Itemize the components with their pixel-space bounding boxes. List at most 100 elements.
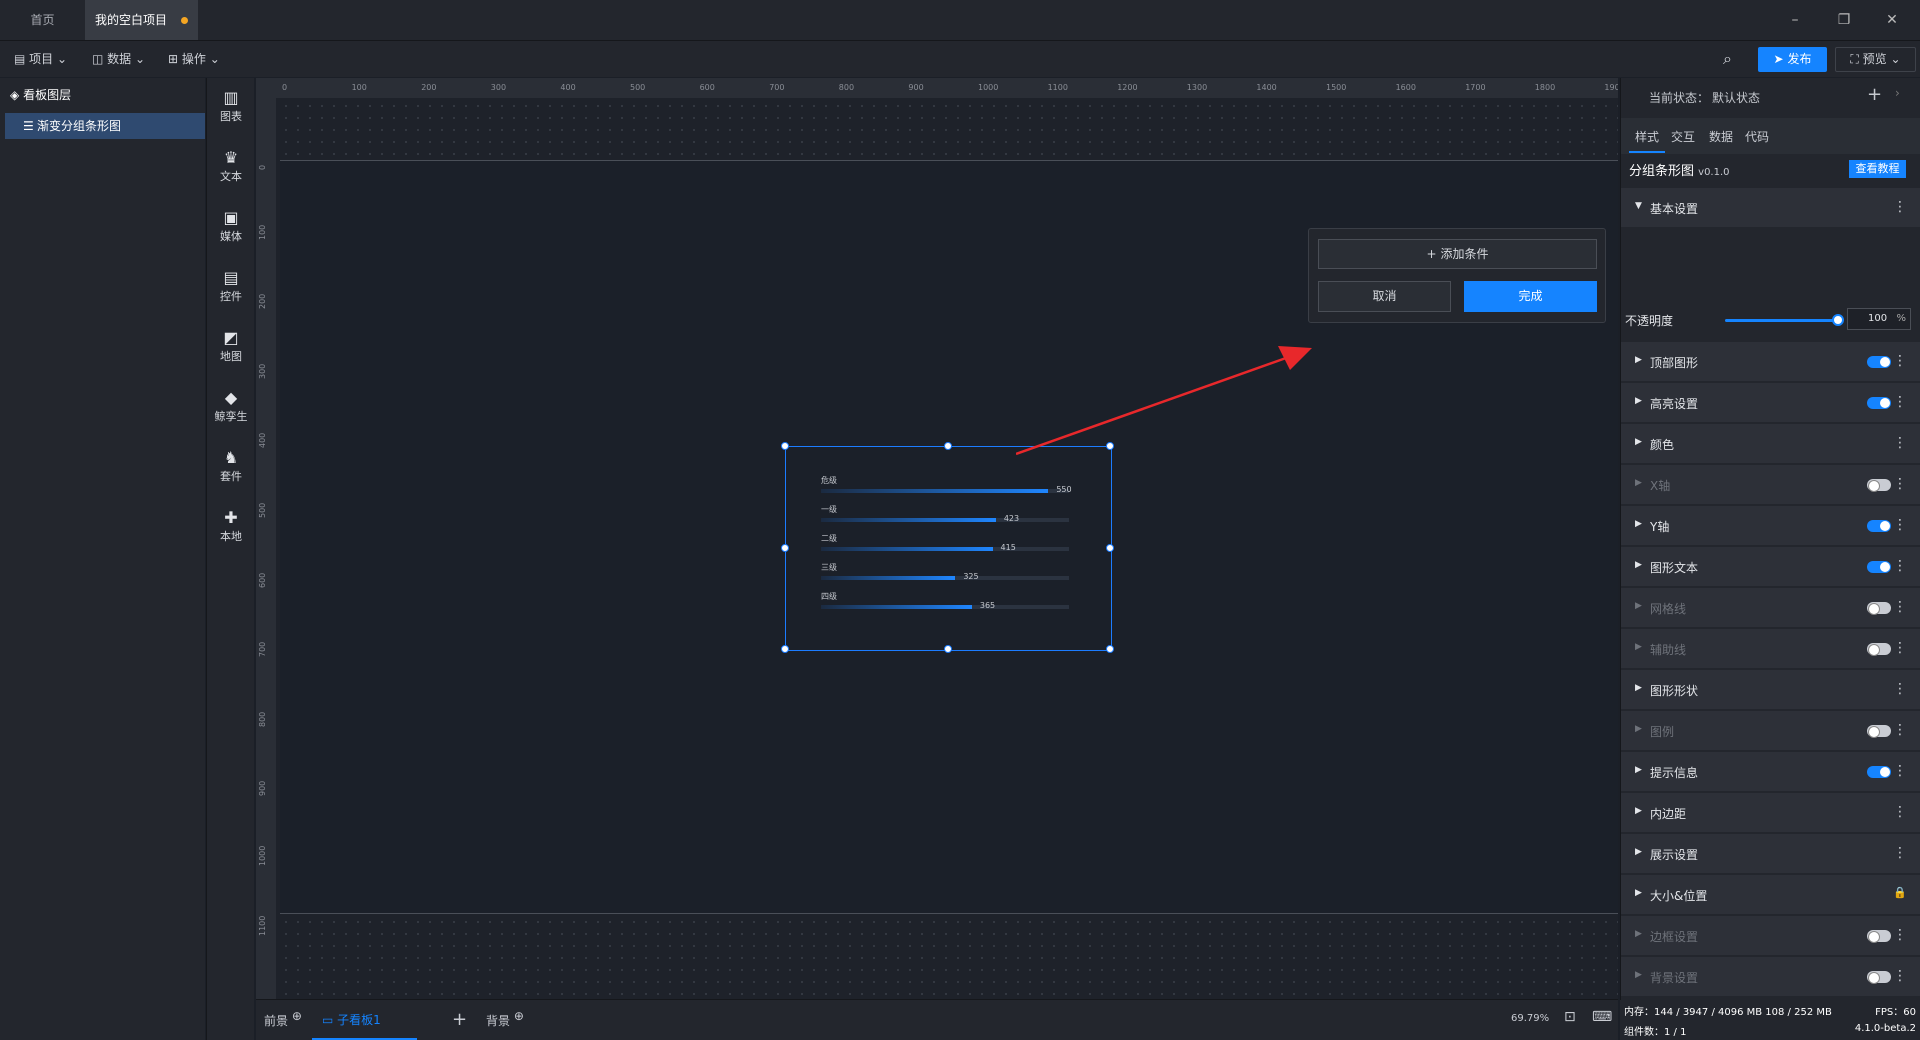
menu-data[interactable]: ◫ 数据 ⌄ bbox=[92, 49, 145, 69]
section-label: X轴 bbox=[1650, 479, 1671, 493]
resize-handle[interactable] bbox=[943, 442, 952, 450]
toggle-switch[interactable] bbox=[1867, 725, 1891, 738]
foreground-tab[interactable]: 前景 ⊕ bbox=[264, 1009, 302, 1029]
more-icon[interactable]: ⋮ bbox=[1893, 599, 1907, 615]
toggle-switch[interactable] bbox=[1867, 479, 1891, 492]
more-icon[interactable]: ⋮ bbox=[1893, 763, 1907, 779]
restore-icon[interactable]: ❐ bbox=[1834, 10, 1854, 30]
more-icon[interactable]: ⋮ bbox=[1893, 968, 1907, 984]
layer-item[interactable]: ☰ 渐变分组条形图 bbox=[5, 113, 205, 139]
tab-interaction[interactable]: 交互 bbox=[1671, 128, 1695, 145]
resize-handle[interactable] bbox=[1106, 543, 1114, 552]
comp-map[interactable]: ◩ 地图 bbox=[207, 328, 255, 364]
more-icon[interactable]: ⋮ bbox=[1893, 804, 1907, 820]
resize-handle[interactable] bbox=[1106, 645, 1114, 653]
resize-handle[interactable] bbox=[781, 442, 789, 450]
section-row[interactable]: ▶ 图形文本 ⋮ bbox=[1621, 547, 1920, 587]
chevron-right-icon: ▶ bbox=[1635, 560, 1642, 570]
more-icon[interactable]: ⋮ bbox=[1893, 845, 1907, 861]
tab-data[interactable]: 数据 bbox=[1709, 128, 1733, 145]
opacity-slider-handle[interactable] bbox=[1832, 314, 1844, 326]
tab-style[interactable]: 样式 bbox=[1635, 128, 1659, 145]
more-icon[interactable]: ⋮ bbox=[1893, 927, 1907, 943]
section-row[interactable]: ▶ 高亮设置 ⋮ bbox=[1621, 383, 1920, 423]
more-icon[interactable]: ⋮ bbox=[1893, 722, 1907, 738]
more-icon[interactable]: ⋮ bbox=[1893, 558, 1907, 574]
section-row[interactable]: ▶ 边框设置 ⋮ bbox=[1621, 916, 1920, 956]
section-row[interactable]: ▶ Y轴 ⋮ bbox=[1621, 506, 1920, 546]
more-icon[interactable]: ⋮ bbox=[1893, 517, 1907, 533]
toggle-switch[interactable] bbox=[1867, 930, 1891, 943]
section-row[interactable]: ▶ 内边距 ⋮ bbox=[1621, 793, 1920, 833]
tab-code[interactable]: 代码 bbox=[1745, 128, 1769, 145]
section-row[interactable]: ▶ 背景设置 ⋮ bbox=[1621, 957, 1920, 997]
canvas-area[interactable]: 0 100 200 300 400 500 600 700 800 900 1000 1100 1200… bbox=[256, 78, 1618, 999]
more-icon[interactable]: ⋮ bbox=[1893, 199, 1907, 215]
resize-handle[interactable] bbox=[781, 645, 789, 653]
menu-operations[interactable]: ⊞ 操作 ⌄ bbox=[168, 49, 220, 69]
section-row[interactable]: ▶ 颜色 ⋮ bbox=[1621, 424, 1920, 464]
section-row[interactable]: ▶ 图形形状 ⋮ bbox=[1621, 670, 1920, 710]
close-icon[interactable]: ✕ bbox=[1882, 10, 1902, 30]
comp-kit[interactable]: ♞ 套件 bbox=[207, 448, 255, 484]
menu-project[interactable]: ▤ 项目 ⌄ bbox=[14, 49, 67, 69]
add-state-icon[interactable]: + bbox=[1867, 84, 1882, 105]
add-circle-icon[interactable]: ⊕ bbox=[514, 1009, 524, 1023]
section-row[interactable]: ▶ X轴 ⋮ bbox=[1621, 465, 1920, 505]
ruler-tick-label: 600 bbox=[258, 572, 267, 588]
toggle-switch[interactable] bbox=[1867, 971, 1891, 984]
toggle-switch[interactable] bbox=[1867, 643, 1891, 656]
opacity-slider[interactable] bbox=[1725, 319, 1837, 322]
section-row[interactable]: ▶ 展示设置 ⋮ bbox=[1621, 834, 1920, 874]
publish-button[interactable]: ➤ 发布 bbox=[1758, 47, 1827, 72]
zoom-level[interactable]: 69.79% bbox=[1511, 1013, 1549, 1024]
bar-chart-widget[interactable]: 危级 550 一级 423 二级 415 三级 325 四级 365 bbox=[781, 442, 1114, 653]
done-button[interactable]: 完成 bbox=[1464, 281, 1597, 312]
section-basic-settings[interactable]: ▼ 基本设置 ⋮ bbox=[1621, 188, 1920, 228]
preview-button[interactable]: ⛶ 预览 ⌄ bbox=[1835, 47, 1916, 72]
comp-media[interactable]: ▣ 媒体 bbox=[207, 208, 255, 244]
chevron-right-icon[interactable]: › bbox=[1895, 86, 1900, 100]
add-condition-button[interactable]: + 添加条件 bbox=[1318, 239, 1597, 269]
toggle-switch[interactable] bbox=[1867, 766, 1891, 778]
toggle-switch[interactable] bbox=[1867, 356, 1891, 368]
section-row[interactable]: ▶ 顶部图形 ⋮ bbox=[1621, 342, 1920, 382]
search-icon[interactable]: ⌕ bbox=[1723, 49, 1732, 69]
more-icon[interactable]: ⋮ bbox=[1893, 353, 1907, 369]
cancel-button[interactable]: 取消 bbox=[1318, 281, 1451, 312]
opacity-input[interactable]: 100 % bbox=[1847, 308, 1911, 330]
board-tab[interactable]: ▭ 子看板1 bbox=[312, 1000, 417, 1040]
tab-project[interactable]: 我的空白项目 bbox=[85, 0, 198, 40]
resize-handle[interactable] bbox=[943, 645, 952, 653]
add-circle-icon[interactable]: ⊕ bbox=[292, 1009, 302, 1023]
more-icon[interactable]: ⋮ bbox=[1893, 435, 1907, 451]
section-row[interactable]: ▶ 辅助线 ⋮ bbox=[1621, 629, 1920, 669]
toggle-switch[interactable] bbox=[1867, 602, 1891, 615]
section-row[interactable]: ▶ 大小&位置 🔒 bbox=[1621, 875, 1920, 915]
tab-home[interactable]: 首页 bbox=[0, 0, 85, 40]
keyboard-icon[interactable]: ⌨ bbox=[1592, 1009, 1612, 1025]
state-value[interactable]: 默认状态 bbox=[1712, 89, 1760, 106]
more-icon[interactable]: ⋮ bbox=[1893, 640, 1907, 656]
minimize-icon[interactable]: – bbox=[1785, 10, 1805, 30]
tutorial-button[interactable]: 查看教程 bbox=[1849, 160, 1906, 178]
toggle-switch[interactable] bbox=[1867, 520, 1891, 532]
section-row[interactable]: ▶ 提示信息 ⋮ bbox=[1621, 752, 1920, 792]
more-icon[interactable]: ⋮ bbox=[1893, 681, 1907, 697]
comp-twin[interactable]: ◆ 鲸孪生 bbox=[207, 388, 255, 424]
more-icon[interactable]: ⋮ bbox=[1893, 394, 1907, 410]
fit-screen-icon[interactable]: ⊡ bbox=[1564, 1009, 1576, 1025]
resize-handle[interactable] bbox=[781, 543, 789, 552]
add-board-icon[interactable]: + bbox=[452, 1009, 467, 1030]
lock-icon[interactable]: 🔒 bbox=[1893, 886, 1907, 899]
toggle-switch[interactable] bbox=[1867, 561, 1891, 573]
section-row[interactable]: ▶ 网格线 ⋮ bbox=[1621, 588, 1920, 628]
comp-chart[interactable]: ▥ 图表 bbox=[207, 88, 255, 124]
comp-text[interactable]: ♛ 文本 bbox=[207, 148, 255, 184]
comp-control[interactable]: ▤ 控件 bbox=[207, 268, 255, 304]
section-row[interactable]: ▶ 图例 ⋮ bbox=[1621, 711, 1920, 751]
more-icon[interactable]: ⋮ bbox=[1893, 476, 1907, 492]
background-tab[interactable]: 背景 ⊕ bbox=[486, 1009, 524, 1029]
toggle-switch[interactable] bbox=[1867, 397, 1891, 409]
comp-local[interactable]: ✚ 本地 bbox=[207, 508, 255, 544]
